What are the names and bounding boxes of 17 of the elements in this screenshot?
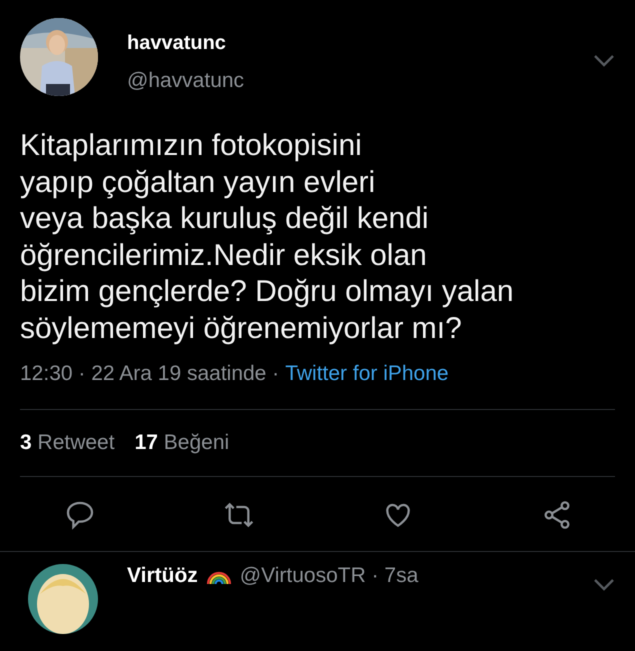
reply-icon[interactable] — [64, 499, 96, 531]
user-handle: @havvatunc — [127, 69, 246, 93]
tweet-text-line: söylememeyi öğrenemiyorlar mı? — [20, 310, 463, 346]
user-name: havvatunc — [127, 31, 227, 55]
tweet-text-line: yapıp çoğaltan yayın evleri — [20, 164, 376, 200]
tweet-timestamp: 12:30 · 22 Ara 19 saatinde · — [20, 361, 280, 387]
chevron-down-icon[interactable] — [593, 578, 615, 592]
chevron-down-icon[interactable] — [593, 54, 615, 68]
reply-user-handle: @VirtuosoTR · 7sa — [240, 564, 418, 588]
engagement-stat[interactable]: 3 Retweet — [20, 428, 115, 458]
tweet-text-line: veya başka kuruluş değil kendi — [20, 201, 430, 237]
tweet-text-line: bizim gençlerde? Doğru olmayı yalan — [20, 274, 515, 310]
engagement-stat[interactable]: 17 Beğeni — [134, 428, 230, 458]
reply-user-name: Virtüöz — [127, 564, 198, 588]
tweet-text-line: Kitaplarımızın fotokopisini — [20, 128, 363, 164]
source-link[interactable]: Twitter for iPhone — [285, 359, 449, 389]
tweet-text-line: öğrencilerimiz.Nedir eksik olan — [20, 238, 428, 274]
